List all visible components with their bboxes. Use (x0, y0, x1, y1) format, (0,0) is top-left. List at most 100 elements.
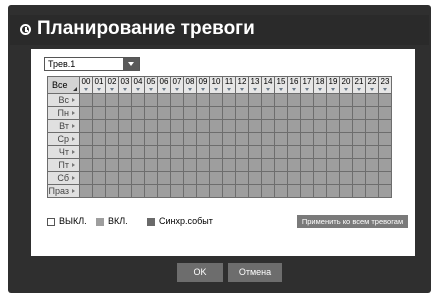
hour-header-cell[interactable]: 09 (196, 76, 210, 94)
schedule-slot[interactable] (365, 184, 379, 198)
schedule-slot[interactable] (300, 184, 314, 198)
schedule-slot[interactable] (326, 171, 340, 185)
schedule-slot[interactable] (183, 93, 197, 107)
schedule-slot[interactable] (196, 119, 210, 133)
schedule-slot[interactable] (300, 145, 314, 159)
schedule-slot[interactable] (352, 93, 366, 107)
schedule-slot[interactable] (313, 184, 327, 198)
schedule-slot[interactable] (170, 106, 184, 120)
schedule-slot[interactable] (196, 171, 210, 185)
schedule-slot[interactable] (378, 93, 392, 107)
day-header-cell[interactable]: Чт (47, 145, 80, 159)
alarm-select[interactable]: Трев.1 (44, 57, 140, 71)
schedule-slot[interactable] (209, 158, 223, 172)
schedule-slot[interactable] (131, 132, 145, 146)
schedule-slot[interactable] (248, 119, 262, 133)
schedule-slot[interactable] (144, 184, 158, 198)
schedule-slot[interactable] (378, 184, 392, 198)
schedule-slot[interactable] (274, 119, 288, 133)
schedule-slot[interactable] (222, 132, 236, 146)
schedule-slot[interactable] (261, 171, 275, 185)
schedule-slot[interactable] (196, 106, 210, 120)
schedule-slot[interactable] (326, 119, 340, 133)
schedule-slot[interactable] (118, 158, 132, 172)
schedule-slot[interactable] (300, 119, 314, 133)
schedule-slot[interactable] (365, 171, 379, 185)
schedule-slot[interactable] (144, 158, 158, 172)
schedule-slot[interactable] (326, 106, 340, 120)
hour-header-cell[interactable]: 10 (209, 76, 223, 94)
schedule-slot[interactable] (131, 93, 145, 107)
schedule-slot[interactable] (287, 119, 301, 133)
schedule-slot[interactable] (183, 145, 197, 159)
schedule-slot[interactable] (118, 119, 132, 133)
schedule-slot[interactable] (378, 145, 392, 159)
schedule-slot[interactable] (196, 158, 210, 172)
schedule-slot[interactable] (170, 132, 184, 146)
day-header-cell[interactable]: Ср (47, 132, 80, 146)
schedule-slot[interactable] (274, 106, 288, 120)
schedule-slot[interactable] (105, 171, 119, 185)
schedule-slot[interactable] (352, 119, 366, 133)
hour-header-cell[interactable]: 13 (248, 76, 262, 94)
schedule-slot[interactable] (92, 145, 106, 159)
schedule-slot[interactable] (144, 145, 158, 159)
hour-header-cell[interactable]: 21 (352, 76, 366, 94)
schedule-slot[interactable] (274, 93, 288, 107)
schedule-slot[interactable] (105, 158, 119, 172)
schedule-slot[interactable] (157, 106, 171, 120)
schedule-slot[interactable] (261, 132, 275, 146)
select-all-cell[interactable]: Все (47, 76, 80, 94)
schedule-slot[interactable] (274, 145, 288, 159)
schedule-slot[interactable] (118, 93, 132, 107)
schedule-slot[interactable] (235, 132, 249, 146)
schedule-slot[interactable] (92, 106, 106, 120)
hour-header-cell[interactable]: 01 (92, 76, 106, 94)
schedule-slot[interactable] (339, 132, 353, 146)
schedule-slot[interactable] (105, 132, 119, 146)
schedule-slot[interactable] (352, 145, 366, 159)
hour-header-cell[interactable]: 07 (170, 76, 184, 94)
hour-header-cell[interactable]: 03 (118, 76, 132, 94)
schedule-slot[interactable] (313, 132, 327, 146)
schedule-slot[interactable] (313, 119, 327, 133)
schedule-slot[interactable] (313, 158, 327, 172)
schedule-slot[interactable] (261, 106, 275, 120)
schedule-slot[interactable] (248, 132, 262, 146)
hour-header-cell[interactable]: 04 (131, 76, 145, 94)
schedule-slot[interactable] (326, 145, 340, 159)
schedule-slot[interactable] (170, 158, 184, 172)
schedule-slot[interactable] (300, 171, 314, 185)
schedule-slot[interactable] (235, 106, 249, 120)
schedule-slot[interactable] (261, 145, 275, 159)
schedule-slot[interactable] (287, 158, 301, 172)
schedule-slot[interactable] (209, 132, 223, 146)
schedule-slot[interactable] (157, 119, 171, 133)
schedule-slot[interactable] (183, 106, 197, 120)
schedule-slot[interactable] (300, 93, 314, 107)
schedule-slot[interactable] (79, 171, 93, 185)
hour-header-cell[interactable]: 12 (235, 76, 249, 94)
schedule-slot[interactable] (183, 158, 197, 172)
schedule-slot[interactable] (261, 184, 275, 198)
schedule-slot[interactable] (118, 145, 132, 159)
schedule-slot[interactable] (79, 119, 93, 133)
schedule-slot[interactable] (339, 119, 353, 133)
schedule-slot[interactable] (365, 158, 379, 172)
schedule-slot[interactable] (222, 171, 236, 185)
schedule-slot[interactable] (157, 93, 171, 107)
schedule-slot[interactable] (92, 158, 106, 172)
schedule-slot[interactable] (92, 93, 106, 107)
schedule-slot[interactable] (339, 145, 353, 159)
schedule-slot[interactable] (79, 145, 93, 159)
schedule-slot[interactable] (157, 184, 171, 198)
schedule-slot[interactable] (352, 158, 366, 172)
schedule-slot[interactable] (196, 132, 210, 146)
schedule-slot[interactable] (378, 119, 392, 133)
schedule-slot[interactable] (352, 184, 366, 198)
schedule-slot[interactable] (131, 106, 145, 120)
schedule-slot[interactable] (196, 184, 210, 198)
schedule-slot[interactable] (313, 106, 327, 120)
schedule-slot[interactable] (365, 106, 379, 120)
schedule-slot[interactable] (79, 184, 93, 198)
